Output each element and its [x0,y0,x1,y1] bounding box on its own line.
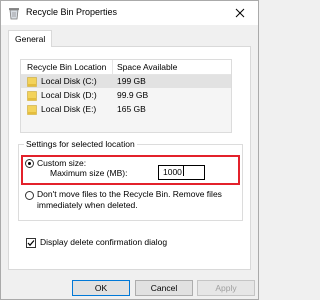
settings-legend: Settings for selected location [24,139,137,149]
drive-icon [27,105,37,115]
custom-size-radio[interactable] [25,159,34,168]
column-divider[interactable] [112,60,113,74]
drive-icon [27,91,37,101]
max-size-label: Maximum size (MB): [50,168,128,178]
drive-name: Local Disk (C:) [41,76,97,86]
drive-name: Local Disk (D:) [41,90,97,100]
dont-move-radio[interactable] [25,191,34,200]
recycle-bin-location-list[interactable]: Recycle Bin Location Space Available Loc… [20,59,232,133]
list-item-drive-c[interactable]: Local Disk (C:) 199 GB [21,75,231,88]
settings-groupbox: Settings for selected location Custom si… [18,139,243,221]
recycle-bin-properties-window: Recycle Bin Properties General Recycle B… [0,0,259,300]
column-header-location[interactable]: Recycle Bin Location [27,62,106,72]
confirm-dialog-label[interactable]: Display delete confirmation dialog [40,237,167,247]
text-caret [182,166,184,176]
max-size-input[interactable]: 1000 [158,165,205,180]
drive-name: Local Disk (E:) [41,104,97,114]
title-bar[interactable]: Recycle Bin Properties [1,1,258,25]
dont-move-label-line2[interactable]: immediately when deleted. [37,200,138,210]
column-header-space[interactable]: Space Available [117,62,177,72]
radio-selected-dot [28,162,31,165]
general-tab-panel: Recycle Bin Location Space Available Loc… [8,46,251,270]
drive-space: 165 GB [117,104,146,114]
checkmark-icon [27,240,35,247]
drive-icon [27,77,37,87]
confirm-dialog-checkbox[interactable] [26,238,36,248]
drive-space: 99.9 GB [117,90,149,100]
cancel-button[interactable]: Cancel [135,280,193,296]
list-item-drive-d[interactable]: Local Disk (D:) 99.9 GB [21,89,231,102]
close-button[interactable] [222,1,258,25]
list-header: Recycle Bin Location Space Available [21,60,231,75]
tab-general[interactable]: General [8,30,53,47]
custom-size-label[interactable]: Custom size: [37,158,86,168]
list-item-drive-e[interactable]: Local Disk (E:) 165 GB [21,103,231,116]
close-icon [235,8,245,18]
max-size-value: 1000 [163,167,182,177]
dont-move-label[interactable]: Don't move files to the Recycle Bin. Rem… [37,189,222,199]
recycle-bin-icon [9,8,19,20]
window-title: Recycle Bin Properties [26,7,118,17]
apply-button[interactable]: Apply [197,280,255,296]
drive-space: 199 GB [117,76,146,86]
ok-button[interactable]: OK [72,280,130,296]
